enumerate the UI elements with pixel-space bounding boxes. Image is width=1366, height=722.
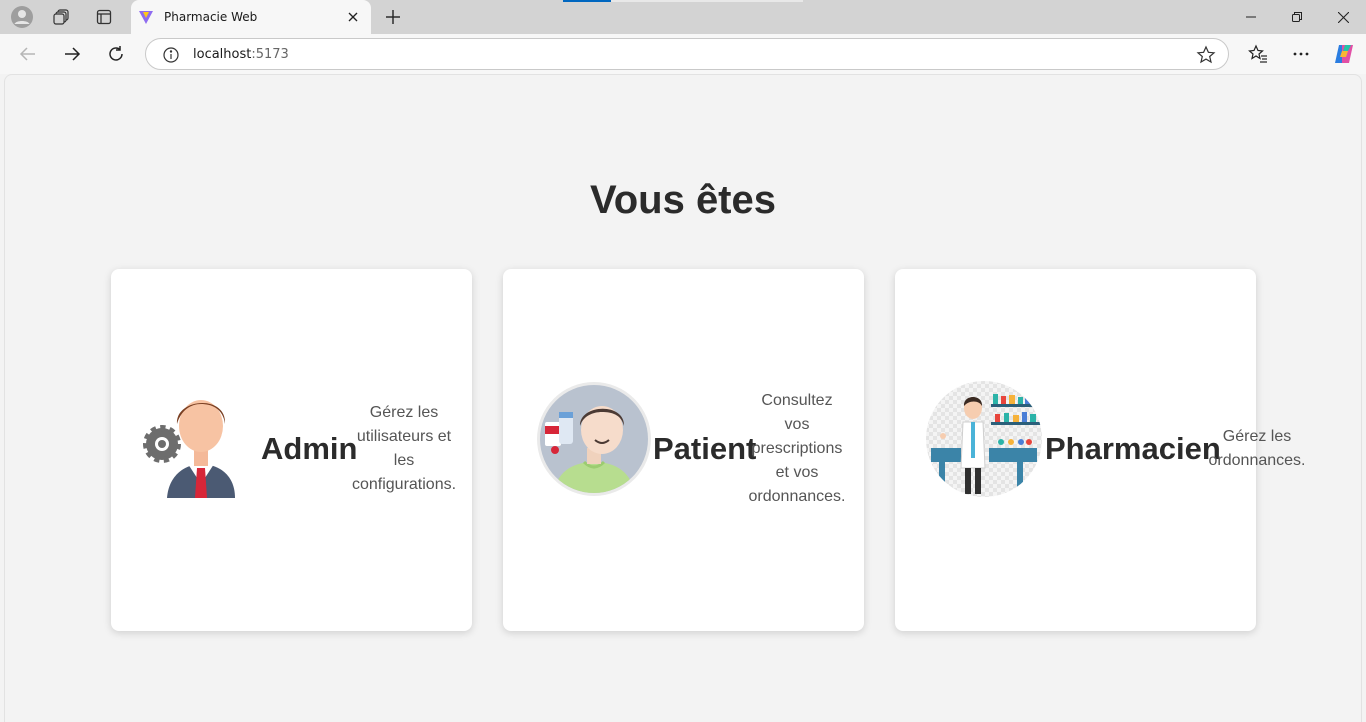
role-desc-admin: Gérez les utilisateurs et les configurat… (351, 404, 457, 493)
role-desc-pharmacien: Gérez les ordonnances. (1208, 428, 1306, 469)
page-title: Vous êtes (590, 178, 776, 222)
url-port: :5173 (251, 47, 289, 62)
role-title-patient: Patient (653, 431, 757, 466)
profile-icon[interactable] (7, 3, 37, 31)
refresh-icon[interactable] (100, 38, 132, 70)
favorites-icon[interactable] (1242, 38, 1274, 70)
workspaces-icon[interactable] (47, 3, 77, 31)
tab-actions-icon[interactable] (89, 3, 119, 31)
info-icon[interactable] (162, 46, 180, 64)
url-text[interactable]: localhost:5173 (193, 47, 289, 62)
patient-avatar-icon (535, 380, 653, 498)
tab-pharmacie-web[interactable]: Pharmacie Web (131, 0, 371, 34)
forward-icon[interactable] (56, 38, 88, 70)
loading-indicator (563, 0, 611, 2)
role-desc-patient: Consultez vos prescriptions et vos ordon… (748, 392, 846, 505)
vite-favicon-icon (138, 9, 154, 25)
minimize-icon[interactable] (1228, 0, 1274, 34)
tab-title: Pharmacie Web (164, 10, 258, 24)
pharmacist-avatar-icon (925, 380, 1043, 498)
url-host: localhost (193, 47, 252, 62)
admin-avatar-icon (139, 380, 257, 498)
close-icon[interactable] (341, 5, 365, 29)
loading-track (611, 0, 803, 2)
role-title-pharmacien: Pharmacien (1045, 431, 1221, 466)
more-icon[interactable] (1285, 38, 1317, 70)
copilot-icon[interactable] (1328, 38, 1360, 70)
address-bar[interactable]: localhost:5173 (145, 38, 1229, 70)
role-card-pharmacien[interactable]: Pharmacien Gérez les ordonnances. (895, 269, 1305, 631)
role-card-admin[interactable]: Admin Gérez les utilisateurs et les conf… (111, 269, 472, 631)
back-icon[interactable] (12, 38, 44, 70)
role-card-patient[interactable]: Patient Consultez vos prescriptions et v… (503, 269, 864, 631)
restore-icon[interactable] (1274, 0, 1320, 34)
new-tab-icon[interactable] (380, 4, 406, 30)
browser-toolbar: localhost:5173 (0, 34, 1366, 74)
favorite-star-icon[interactable] (1196, 45, 1216, 65)
browser-titlebar: Pharmacie Web (0, 0, 1366, 34)
role-title-admin: Admin (261, 431, 358, 466)
window-close-icon[interactable] (1320, 0, 1366, 34)
